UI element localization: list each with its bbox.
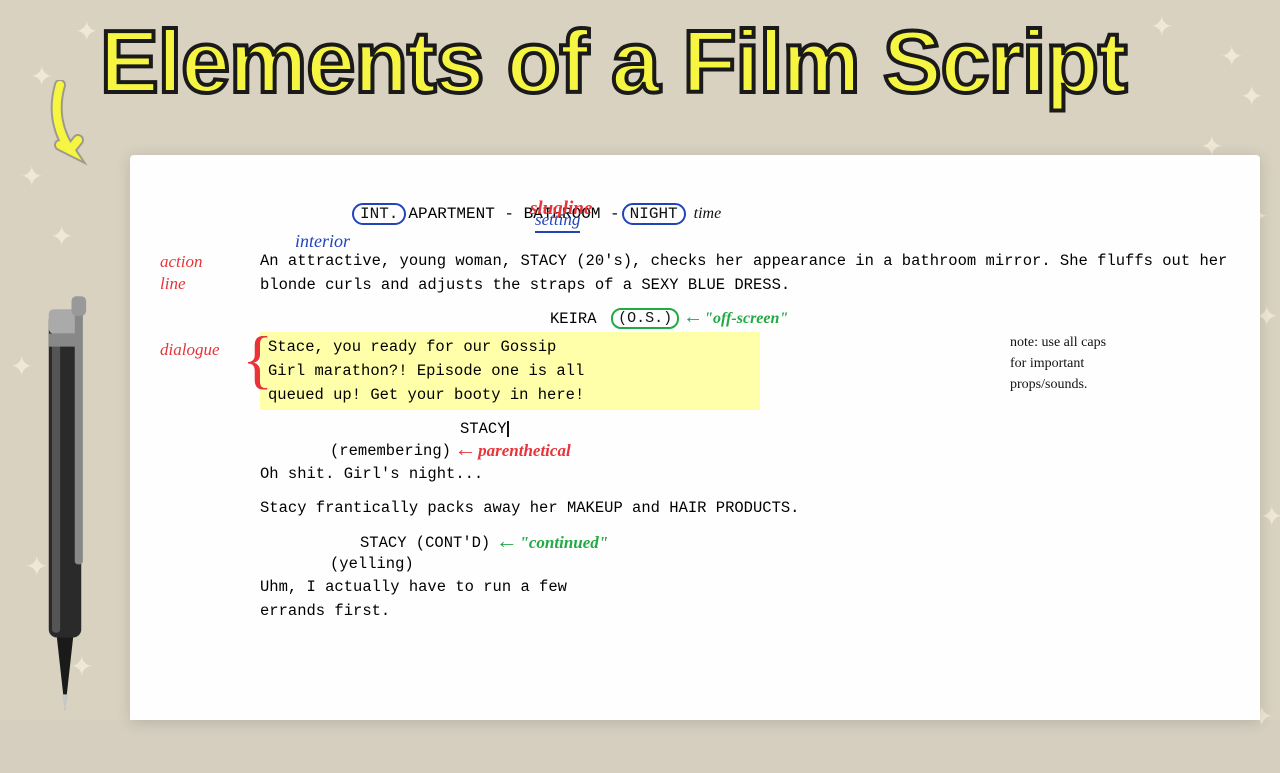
star-icon: ✦ xyxy=(50,220,73,255)
stacy-charname-row: STACY xyxy=(460,420,1230,438)
action-text-2: Stacy frantically packs away her MAKEUP … xyxy=(260,497,1230,520)
note-box: note: use all caps for important props/s… xyxy=(1010,332,1210,395)
parenthetical-text: (remembering) xyxy=(330,442,451,460)
night-label: NIGHT xyxy=(622,203,686,225)
int-label: INT. xyxy=(352,203,406,225)
keira-charname-row: KEIRA (O.S.) ← "off-screen" xyxy=(550,307,1230,330)
star-icon: ✦ xyxy=(75,15,98,50)
arrow-decoration xyxy=(40,80,130,185)
keira-name: KEIRA xyxy=(550,310,597,328)
page-title: Elements of a Film Script xyxy=(100,18,1250,106)
yelling-parenthetical: (yelling) xyxy=(330,555,1230,573)
star-icon: ✦ xyxy=(1260,500,1280,535)
stacy-contd-row: STACY (CONT'D) ← "continued" xyxy=(360,530,1230,555)
os-label: (O.S.) xyxy=(611,308,679,329)
parenthetical-row: (remembering) ← parenthetical xyxy=(330,438,1230,463)
dialogue-text-1: Stace, you ready for our Gossip Girl mar… xyxy=(260,332,760,410)
dialogue-label: dialogue xyxy=(160,340,220,360)
continued-arrow-icon: ← xyxy=(500,530,513,555)
dialogue-section: dialogue { Stace, you ready for our Goss… xyxy=(160,332,1230,410)
slugline-section: slugline interior INT. APARTMENT - BATHR… xyxy=(160,203,1230,225)
slugline-text: INT. APARTMENT - BATHROOM - NIGHT time xyxy=(350,203,1230,225)
time-label: time xyxy=(694,205,722,223)
script-paper: slugline interior INT. APARTMENT - BATHR… xyxy=(130,155,1260,720)
offscreen-arrow-icon: ← xyxy=(687,307,699,330)
action-section: action line An attractive, young woman, … xyxy=(160,249,1230,297)
last-dialogue: Uhm, I actually have to run a few errand… xyxy=(260,575,1230,623)
action-text: An attractive, young woman, STACY (20's)… xyxy=(260,249,1230,297)
action-line-label: action line xyxy=(160,251,203,295)
pen-decoration xyxy=(0,280,130,773)
stacy-contd-name: STACY (CONT'D) xyxy=(360,534,490,552)
dialogue-brace: { xyxy=(242,328,273,393)
stacy-name: STACY xyxy=(460,420,507,438)
cursor-blink xyxy=(507,421,509,437)
stacy-dialogue-1: Oh shit. Girl's night... xyxy=(260,465,1230,483)
offscreen-label: "off-screen" xyxy=(704,310,788,328)
title-container: Elements of a Film Script xyxy=(100,18,1250,106)
parenthetical-label: parenthetical xyxy=(478,441,571,461)
parenthetical-arrow-icon: ← xyxy=(459,438,472,463)
continued-label: "continued" xyxy=(519,533,608,553)
slugline-label: slugline xyxy=(530,198,592,220)
